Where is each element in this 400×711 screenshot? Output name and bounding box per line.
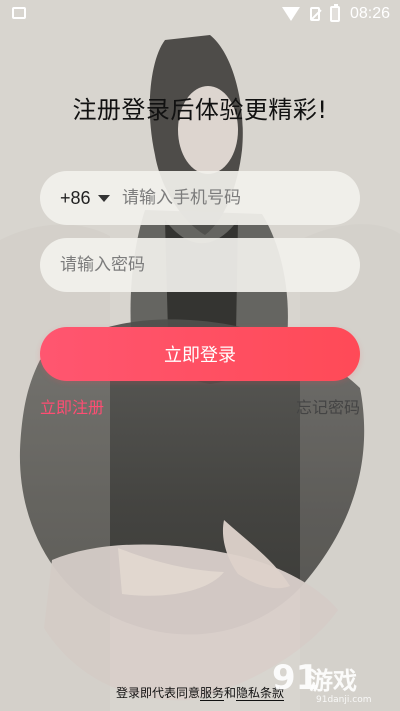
battery-charging-icon: [329, 4, 340, 22]
agreement-and: 和: [224, 686, 237, 700]
register-link[interactable]: 立即注册: [40, 394, 104, 418]
page-title: 注册登录后体验更精彩!: [72, 96, 328, 124]
image-icon: [12, 7, 26, 19]
service-link[interactable]: 服务: [199, 686, 224, 701]
agreement-text: 登录即代表同意服务和隐私条款: [0, 684, 400, 701]
status-indicators: 08:26: [281, 0, 390, 28]
wifi-icon: [281, 7, 300, 21]
phone-input[interactable]: [122, 171, 342, 225]
login-button[interactable]: 立即登录: [40, 327, 360, 381]
privacy-link[interactable]: 隐私条款: [236, 686, 285, 701]
password-field: [40, 238, 360, 292]
status-time: 08:26: [349, 5, 390, 22]
phone-field: +86: [40, 171, 360, 225]
sim-off-icon: [309, 7, 320, 21]
login-screen: 08:26 注册登录后体验更精彩! +86 立即登录 立即注册 忘记密码 登录即…: [0, 0, 400, 711]
forgot-password-link[interactable]: 忘记密码: [296, 394, 360, 418]
status-bar: 08:26: [0, 0, 400, 28]
caret-down-icon[interactable]: [98, 195, 110, 202]
agreement-prefix: 登录即代表同意: [115, 686, 200, 700]
country-code-selector[interactable]: +86: [60, 171, 91, 225]
password-input[interactable]: [60, 238, 340, 292]
